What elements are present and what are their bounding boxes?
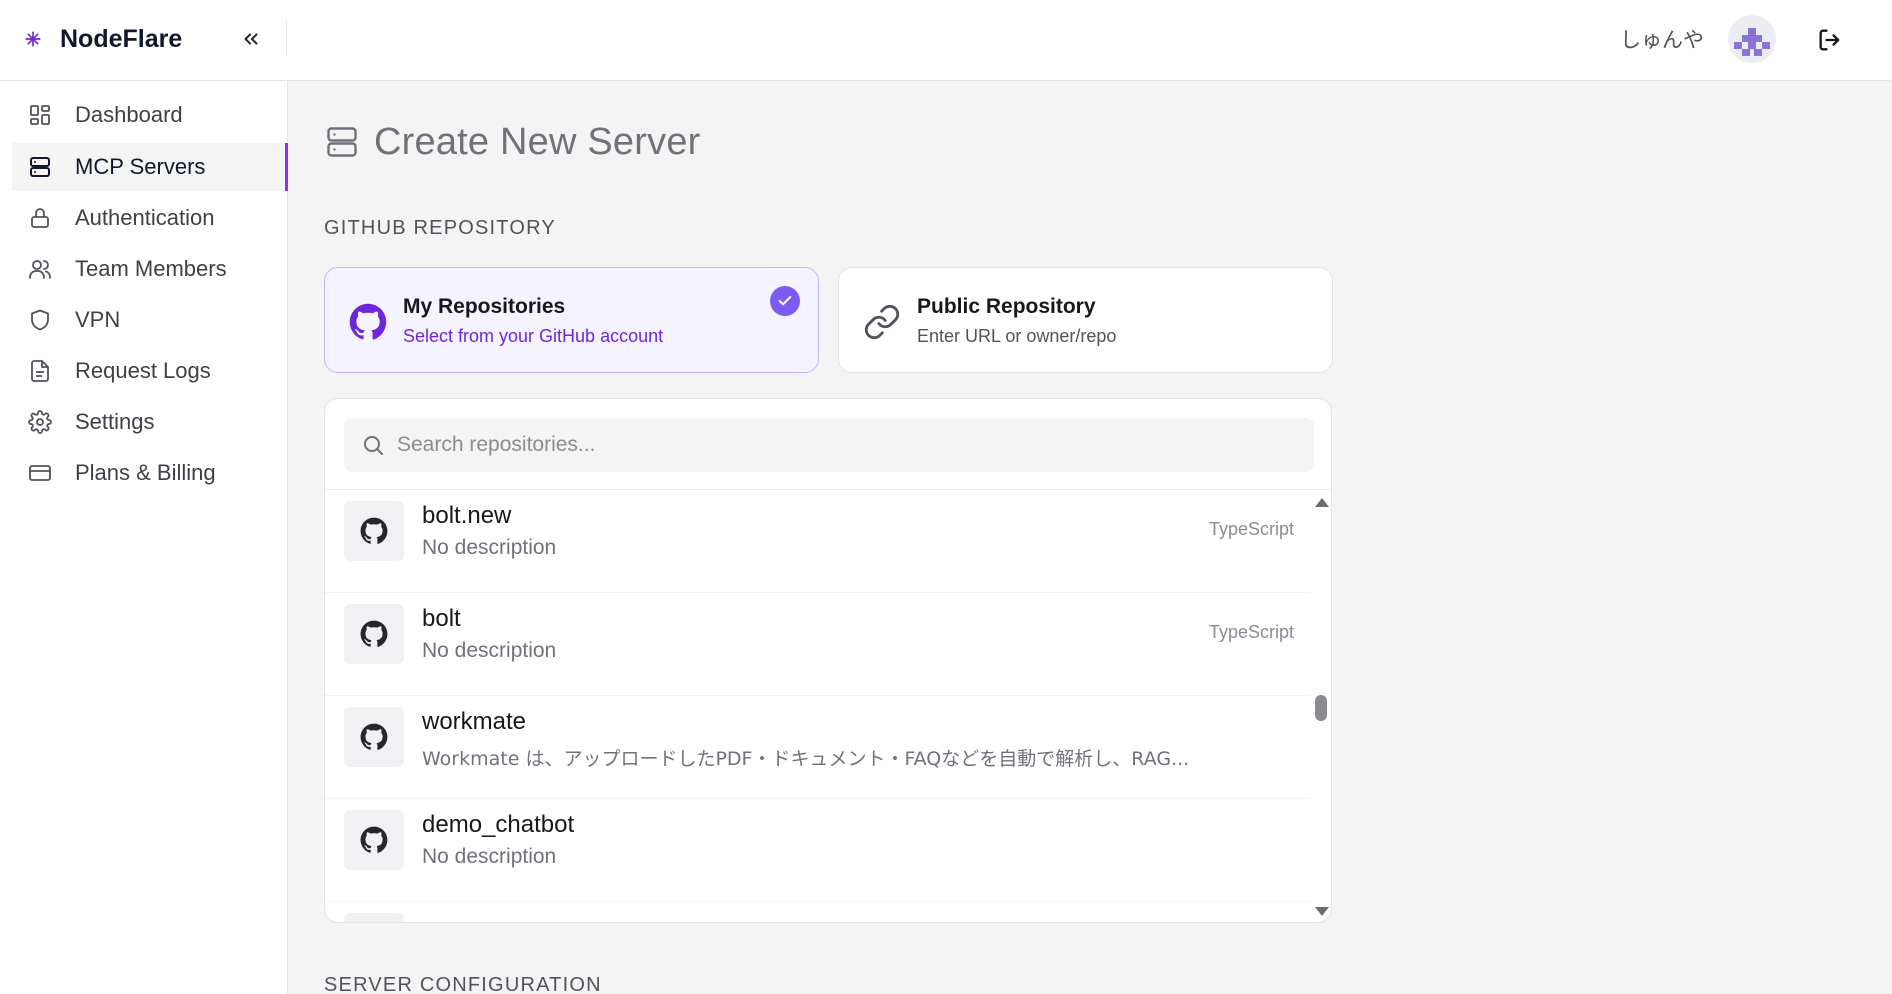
github-icon [360, 517, 388, 544]
page-title: Create New Server [324, 118, 701, 166]
scroll-down-arrow-icon[interactable] [1315, 907, 1329, 916]
credit-card-icon [29, 465, 51, 481]
asterisk-logo-icon [25, 31, 41, 47]
sidebar-item-label: Plans & Billing [75, 460, 216, 485]
sidebar-item-label: Authentication [75, 205, 215, 230]
sidebar-item-settings[interactable]: Settings [12, 398, 288, 446]
sidebar-item-vpn[interactable]: VPN [12, 296, 288, 344]
repo-row-bolt-new[interactable]: bolt.new No description TypeScript [325, 490, 1311, 593]
sidebar-item-label: VPN [75, 307, 121, 332]
github-icon [360, 826, 388, 853]
repo-row-demo-chatbot[interactable]: demo_chatbot No description [325, 799, 1311, 902]
page-title-text: Create New Server [374, 120, 701, 163]
link-icon [864, 304, 900, 340]
search-box[interactable] [344, 418, 1314, 472]
server-icon [30, 157, 50, 177]
repo-row-partial[interactable] [325, 902, 1311, 922]
repo-avatar [344, 604, 404, 664]
sidebar-item-label: Dashboard [75, 102, 183, 127]
sidebar-item-label: MCP Servers [75, 154, 206, 179]
repo-avatar [344, 913, 404, 922]
repo-language: TypeScript [1208, 622, 1294, 642]
collapse-sidebar-button[interactable] [236, 24, 266, 54]
repo-description: Workmate は、アップロードしたPDF・ドキュメント・FAQなどを自動で解… [422, 748, 1190, 770]
sidebar-item-mcp-servers[interactable]: MCP Servers [12, 143, 288, 191]
server-config-section-label: SERVER CONFIGURATION [324, 974, 602, 994]
github-icon [360, 620, 388, 647]
repo-name: workmate [422, 708, 527, 735]
repo-description: No description [422, 536, 557, 559]
logout-button[interactable] [1816, 26, 1844, 54]
user-name: しゅんや [1620, 28, 1704, 52]
shield-icon [31, 309, 49, 331]
file-text-icon [31, 360, 49, 382]
sidebar-item-dashboard[interactable]: Dashboard [12, 91, 288, 139]
users-icon [29, 260, 51, 279]
identicon-avatar [1728, 15, 1776, 63]
repo-name: demo_chatbot [422, 811, 575, 838]
check-icon [778, 296, 792, 306]
github-icon [349, 303, 387, 340]
my-repositories-option[interactable]: My Repositories Select from your GitHub … [324, 267, 819, 373]
repo-avatar [344, 707, 404, 767]
top-bar: NodeFlare しゅんや [0, 0, 1892, 81]
repo-language: TypeScript [1208, 519, 1294, 539]
sidebar-item-label: Team Members [75, 256, 227, 281]
logout-icon [1819, 29, 1840, 51]
selected-check-badge [770, 286, 800, 316]
repo-description: No description [422, 639, 557, 662]
repo-avatar [344, 810, 404, 870]
avatar[interactable] [1728, 15, 1776, 63]
sidebar-item-authentication[interactable]: Authentication [12, 194, 288, 242]
list-scrollbar[interactable] [1311, 490, 1331, 922]
search-icon [364, 436, 383, 455]
sidebar-item-request-logs[interactable]: Request Logs [12, 347, 288, 395]
repo-row-workmate[interactable]: workmate Workmate は、アップロードしたPDF・ドキュメント・F… [325, 696, 1311, 799]
repository-panel: bolt.new No description TypeScript bolt … [324, 398, 1332, 923]
search-input[interactable] [397, 433, 1277, 457]
topbar-divider [286, 20, 287, 56]
sidebar: Dashboard MCP Servers Authentication Tea… [0, 81, 288, 994]
public-repository-option[interactable]: Public Repository Enter URL or owner/rep… [838, 267, 1333, 373]
sidebar-item-label: Request Logs [75, 358, 211, 383]
repo-description: No description [422, 845, 557, 868]
github-section-label: GITHUB REPOSITORY [324, 217, 556, 239]
gear-icon [28, 410, 52, 434]
repository-list: bolt.new No description TypeScript bolt … [325, 490, 1311, 922]
repo-row-bolt[interactable]: bolt No description TypeScript [325, 593, 1311, 696]
repo-avatar [344, 501, 404, 561]
sidebar-item-label: Settings [75, 409, 155, 434]
dashboard-icon [30, 105, 50, 125]
server-icon [327, 127, 357, 157]
repo-name: bolt [422, 605, 461, 632]
chevrons-left-icon [244, 33, 258, 45]
lock-icon [31, 208, 49, 228]
brand[interactable]: NodeFlare [24, 22, 182, 56]
sidebar-item-team-members[interactable]: Team Members [12, 245, 288, 293]
repo-name: bolt.new [422, 502, 512, 529]
sidebar-item-plans-billing[interactable]: Plans & Billing [12, 449, 288, 497]
option-title: Public Repository [917, 295, 1096, 318]
scroll-thumb[interactable] [1315, 695, 1327, 721]
option-subtitle: Enter URL or owner/repo [917, 326, 1117, 346]
option-subtitle: Select from your GitHub account [403, 326, 664, 346]
option-title: My Repositories [403, 295, 566, 318]
github-icon [360, 723, 388, 750]
brand-name: NodeFlare [60, 24, 183, 53]
scroll-up-arrow-icon[interactable] [1315, 498, 1329, 507]
